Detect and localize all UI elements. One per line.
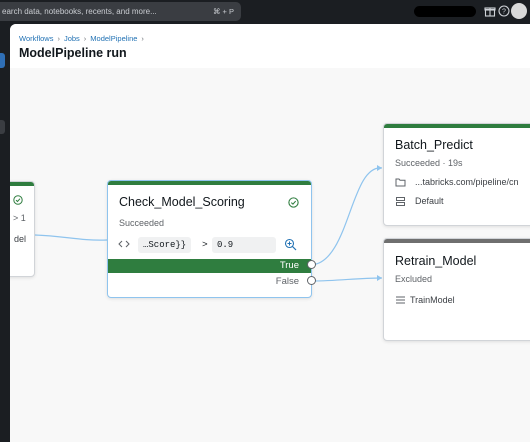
gift-icon[interactable] — [483, 4, 497, 18]
node-status: Succeeded — [119, 218, 165, 228]
zoom-icon[interactable] — [284, 238, 297, 251]
notebook-path: ...tabricks.com/pipeline/cn — [415, 177, 519, 187]
cluster-name: Default — [415, 196, 444, 206]
cluster-icon — [396, 197, 405, 206]
main-panel: Workflows › Jobs › ModelPipeline › ModelPipel… — [10, 24, 530, 442]
breadcrumb-modelpipeline[interactable]: ModelPipeline — [90, 34, 137, 43]
success-check-icon — [288, 197, 299, 208]
left-nav-strip — [0, 24, 10, 442]
svg-text:?: ? — [502, 9, 506, 16]
status-bar — [108, 181, 311, 185]
partial-task-node[interactable]: > 1 del — [10, 181, 35, 277]
search-input[interactable]: earch data, notebooks, recents, and more… — [0, 2, 241, 21]
page-header: Workflows › Jobs › ModelPipeline › ModelPipel… — [10, 24, 530, 68]
task-node-batch-predict[interactable]: Batch_Predict Succeeded · 19s ...tabrick… — [383, 123, 530, 226]
success-check-icon — [13, 195, 23, 205]
false-label: False — [275, 276, 299, 287]
node-title: Check_Model_Scoring — [119, 195, 245, 209]
condition-left-operand: …Score}} — [138, 237, 192, 253]
false-output-port[interactable] — [307, 276, 316, 285]
edge-false-to-retrain — [310, 277, 383, 282]
nav-item[interactable] — [0, 120, 5, 134]
node-title: Batch_Predict — [395, 138, 473, 152]
code-brackets-icon — [118, 240, 130, 248]
folder-icon — [395, 178, 406, 187]
condition-node-check-model-scoring[interactable]: Check_Model_Scoring Succeeded …Score}} >… — [107, 180, 312, 298]
true-branch-row[interactable]: True — [108, 259, 311, 273]
edge-true-to-batch — [310, 167, 383, 266]
true-output-port[interactable] — [307, 260, 316, 269]
condition-right-operand: 0.9 — [212, 237, 276, 253]
breadcrumb-workflows[interactable]: Workflows — [19, 34, 53, 43]
partial-expr: > 1 — [13, 213, 26, 223]
node-status: Excluded — [395, 274, 433, 284]
page-title: ModelPipeline run — [19, 46, 127, 60]
task-name: TrainModel — [410, 295, 455, 305]
nav-active-indicator[interactable] — [0, 53, 5, 68]
task-icon — [396, 296, 405, 304]
condition-operator: > — [202, 239, 208, 250]
status-bar — [384, 124, 530, 128]
redacted-account — [414, 6, 476, 17]
partial-task-label: del — [14, 234, 27, 244]
top-bar: earch data, notebooks, recents, and more… — [0, 0, 530, 24]
node-title: Retrain_Model — [395, 254, 477, 268]
help-icon[interactable]: ? — [497, 4, 511, 18]
edge-left-to-check — [34, 234, 108, 241]
status-bar — [10, 182, 34, 186]
breadcrumb: Workflows › Jobs › ModelPipeline › — [19, 34, 144, 43]
search-placeholder: earch data, notebooks, recents, and more… — [2, 7, 157, 16]
true-label: True — [279, 260, 299, 271]
search-shortcut: ⌘ + P — [212, 7, 234, 16]
dag-canvas[interactable]: > 1 del Check_Model_Scoring Succeeded …S… — [10, 68, 530, 442]
task-node-retrain-model[interactable]: Retrain_Model Excluded TrainModel — [383, 238, 530, 341]
status-bar — [384, 239, 530, 243]
avatar[interactable] — [511, 3, 527, 19]
breadcrumb-jobs[interactable]: Jobs — [64, 34, 80, 43]
edge-arrow — [377, 275, 382, 281]
edge-arrow — [377, 165, 382, 171]
node-status: Succeeded · 19s — [395, 158, 463, 168]
